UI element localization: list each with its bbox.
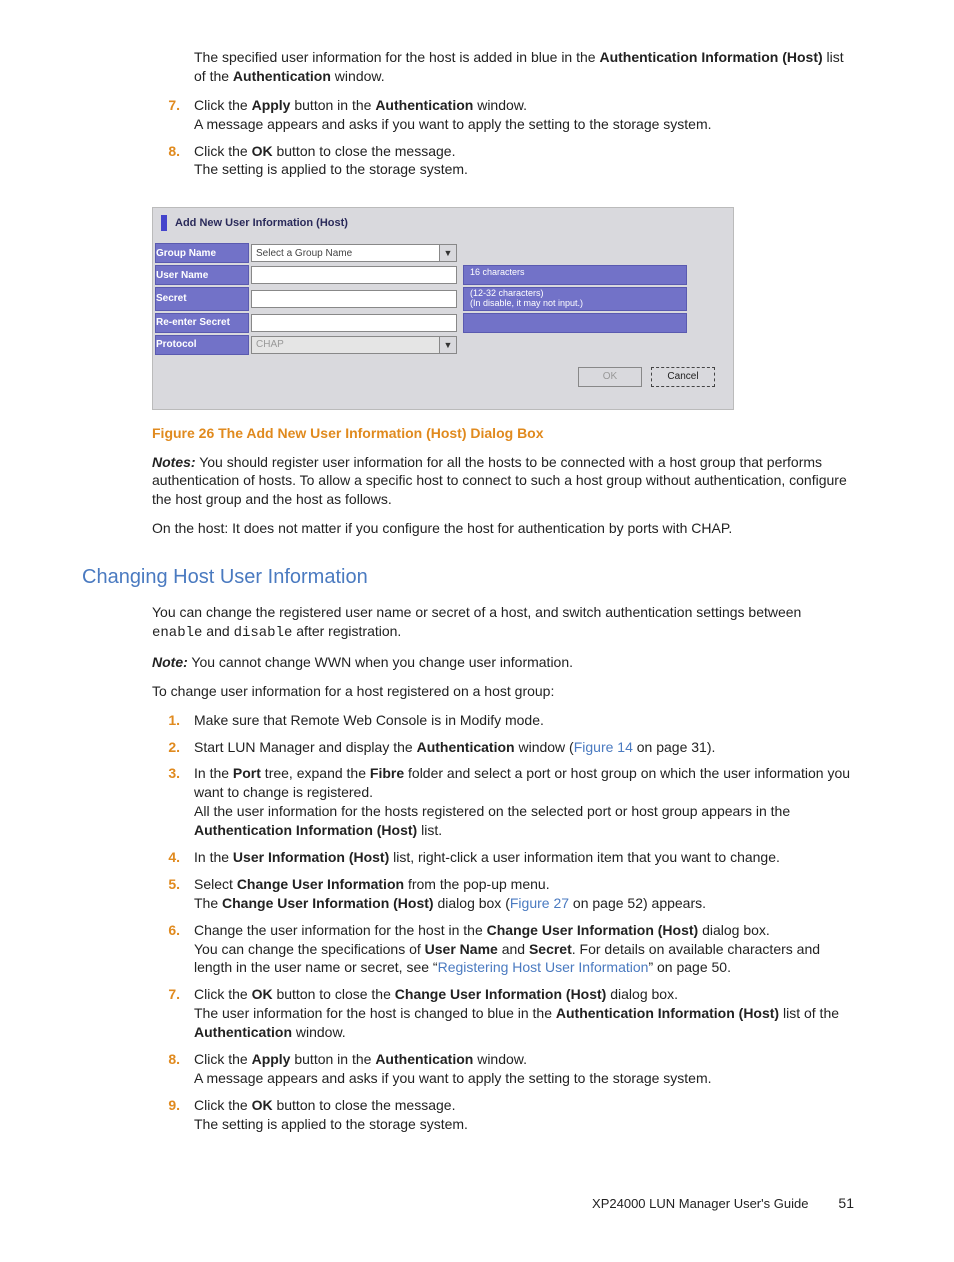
- hint-user-name: 16 characters: [463, 265, 687, 285]
- list-item: 8. Click the Apply button in the Authent…: [150, 1050, 854, 1088]
- chevron-down-icon: ▼: [439, 337, 456, 353]
- text-bold: Authentication: [233, 68, 331, 84]
- list-number: 5.: [150, 875, 180, 913]
- paragraph: On the host: It does not matter if you c…: [152, 519, 854, 538]
- dialog-buttons: OK Cancel: [153, 357, 733, 409]
- link-registering-host-user-info[interactable]: Registering Host User Information: [438, 959, 649, 975]
- notes-text: You should register user information for…: [152, 454, 847, 508]
- paragraph: The specified user information for the h…: [194, 48, 854, 86]
- list-body: Click the Apply button in the Authentica…: [194, 96, 854, 134]
- list-body: In the User Information (Host) list, rig…: [194, 848, 854, 867]
- label-group-name: Group Name: [155, 243, 249, 263]
- list-item: 1. Make sure that Remote Web Console is …: [150, 711, 854, 730]
- list-item: 5. Select Change User Information from t…: [150, 875, 854, 913]
- list-number: 7.: [150, 985, 180, 1042]
- title-bar-icon: [161, 215, 167, 231]
- list-item: 8. Click the OK button to close the mess…: [150, 142, 854, 180]
- protocol-select: CHAP ▼: [251, 336, 457, 354]
- text: The specified user information for the h…: [194, 49, 599, 65]
- list-item: 2. Start LUN Manager and display the Aut…: [150, 738, 854, 757]
- select-value: Select a Group Name: [256, 247, 352, 261]
- notes-paragraph: Notes: You should register user informat…: [152, 453, 854, 510]
- list-body: Change the user information for the host…: [194, 921, 854, 978]
- list-number: 7.: [150, 96, 180, 134]
- list-body: Start LUN Manager and display the Authen…: [194, 738, 854, 757]
- list-body: Click the OK button to close the message…: [194, 142, 854, 180]
- list-number: 3.: [150, 764, 180, 840]
- paragraph: To change user information for a host re…: [152, 682, 854, 701]
- group-name-select[interactable]: Select a Group Name ▼: [251, 244, 457, 262]
- list-number: 8.: [150, 142, 180, 180]
- chevron-down-icon: ▼: [439, 245, 456, 261]
- list-body: Click the Apply button in the Authentica…: [194, 1050, 854, 1088]
- code-text: enable: [152, 625, 202, 641]
- list-body: Click the OK button to close the Change …: [194, 985, 854, 1042]
- label-user-name: User Name: [155, 265, 249, 285]
- label-reenter-secret: Re-enter Secret: [155, 313, 249, 333]
- select-value: CHAP: [256, 338, 284, 352]
- list-body: Click the OK button to close the message…: [194, 1096, 854, 1134]
- label-protocol: Protocol: [155, 335, 249, 355]
- list-item: 6. Change the user information for the h…: [150, 921, 854, 978]
- list-item: 9. Click the OK button to close the mess…: [150, 1096, 854, 1134]
- note-text: You cannot change WWN when you change us…: [188, 654, 573, 670]
- figure-caption: Figure 26 The Add New User Information (…: [152, 424, 854, 443]
- user-name-input[interactable]: [251, 266, 457, 284]
- list-number: 1.: [150, 711, 180, 730]
- secret-input[interactable]: [251, 290, 457, 308]
- text: window.: [331, 68, 385, 84]
- link-figure-27[interactable]: Figure 27: [510, 895, 569, 911]
- page-footer: XP24000 LUN Manager User's Guide 51: [82, 1194, 854, 1213]
- note-label: Note:: [152, 654, 188, 670]
- ordered-list: 7. Click the Apply button in the Authent…: [82, 96, 854, 180]
- dialog-title: Add New User Information (Host): [153, 208, 733, 241]
- text-bold: Authentication Information (Host): [599, 49, 822, 65]
- notes-label: Notes:: [152, 454, 196, 470]
- list-item: 7. Click the Apply button in the Authent…: [150, 96, 854, 134]
- hint-empty: [463, 313, 687, 333]
- list-number: 6.: [150, 921, 180, 978]
- cancel-button[interactable]: Cancel: [651, 367, 715, 387]
- dialog-title-text: Add New User Information (Host): [175, 216, 348, 231]
- label-secret: Secret: [155, 287, 249, 311]
- code-text: disable: [234, 625, 293, 641]
- ordered-list: 1. Make sure that Remote Web Console is …: [82, 711, 854, 1134]
- list-body: Select Change User Information from the …: [194, 875, 854, 913]
- link-figure-14[interactable]: Figure 14: [574, 739, 633, 755]
- dialog-fields: Group Name Select a Group Name ▼ User Na…: [153, 241, 733, 357]
- section-heading: Changing Host User Information: [82, 564, 854, 591]
- list-number: 9.: [150, 1096, 180, 1134]
- list-item: 4. In the User Information (Host) list, …: [150, 848, 854, 867]
- list-item: 7. Click the OK button to close the Chan…: [150, 985, 854, 1042]
- list-item: 3. In the Port tree, expand the Fibre fo…: [150, 764, 854, 840]
- footer-page-number: 51: [838, 1194, 854, 1213]
- note-paragraph: Note: You cannot change WWN when you cha…: [152, 653, 854, 672]
- footer-doc-title: XP24000 LUN Manager User's Guide: [592, 1195, 808, 1213]
- hint-secret: (12-32 characters) (In disable, it may n…: [463, 287, 687, 311]
- list-body: Make sure that Remote Web Console is in …: [194, 711, 854, 730]
- list-body: In the Port tree, expand the Fibre folde…: [194, 764, 854, 840]
- list-number: 8.: [150, 1050, 180, 1088]
- reenter-secret-input[interactable]: [251, 314, 457, 332]
- list-number: 2.: [150, 738, 180, 757]
- list-number: 4.: [150, 848, 180, 867]
- ok-button[interactable]: OK: [578, 367, 642, 387]
- dialog-add-new-user-info-host: Add New User Information (Host) Group Na…: [152, 207, 734, 409]
- paragraph: You can change the registered user name …: [152, 603, 854, 643]
